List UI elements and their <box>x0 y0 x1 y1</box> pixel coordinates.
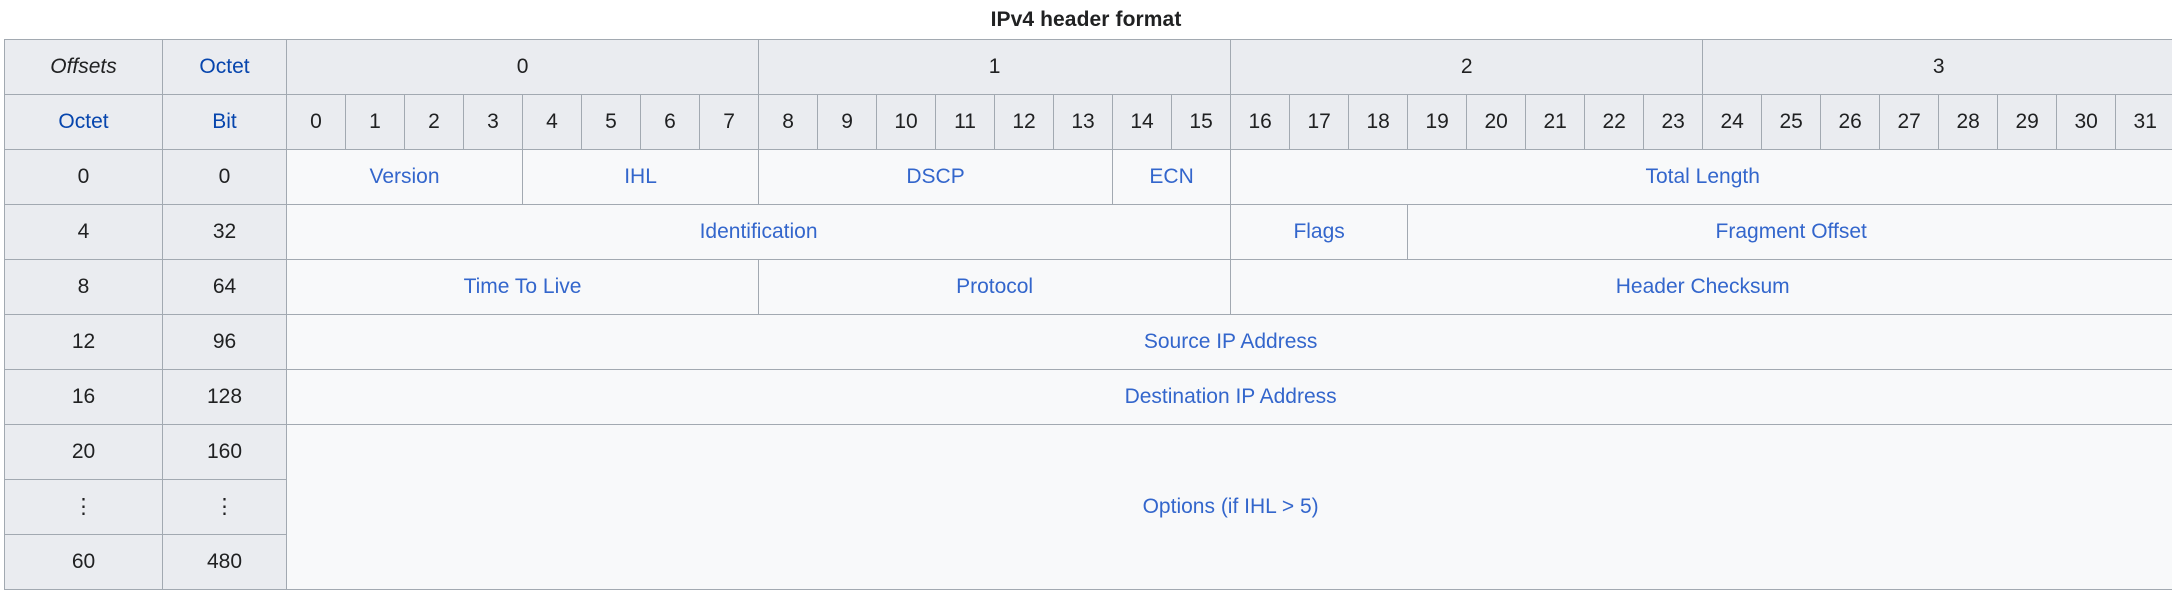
octet-group-3: 3 <box>1702 39 2172 95</box>
header-row-bit-numbers: Octet Bit 0 1 2 3 4 5 6 7 8 9 10 11 12 1… <box>4 94 2172 150</box>
bit-label-17: 17 <box>1289 94 1350 150</box>
field-identification[interactable]: Identification <box>285 204 1232 260</box>
field-time-to-live[interactable]: Time To Live <box>285 259 760 315</box>
bit-label-6: 6 <box>640 94 700 150</box>
table-row: 8 64 Time To Live Protocol Header Checks… <box>4 259 2172 315</box>
bit-label-19: 19 <box>1407 94 1468 150</box>
row-bit-offset: 32 <box>162 204 287 260</box>
field-header-checksum[interactable]: Header Checksum <box>1230 259 2172 315</box>
octet-header[interactable]: Octet <box>162 39 287 95</box>
row-bit-offset: 64 <box>162 259 287 315</box>
bit-label-25: 25 <box>1761 94 1822 150</box>
row-bit-offset: 96 <box>162 314 287 370</box>
field-total-length[interactable]: Total Length <box>1230 149 2172 205</box>
bit-label-0: 0 <box>286 94 346 150</box>
bit-label-22: 22 <box>1584 94 1645 150</box>
table-row: 12 96 Source IP Address <box>4 314 2172 370</box>
table-row: 0 0 Version IHL DSCP ECN Total Length <box>4 149 2172 205</box>
page-title: IPv4 header format <box>990 8 1182 31</box>
field-flags[interactable]: Flags <box>1230 204 1409 260</box>
bit-label-20: 20 <box>1466 94 1527 150</box>
row-bit-offset: 0 <box>162 149 287 205</box>
row-octet-offset: 12 <box>4 314 163 370</box>
bit-label-4: 4 <box>522 94 582 150</box>
row-octet-offset: 16 <box>4 369 163 425</box>
bit-label-5: 5 <box>581 94 641 150</box>
bit-label-31: 31 <box>2115 94 2172 150</box>
bit-label-26: 26 <box>1820 94 1881 150</box>
bit-label-16: 16 <box>1230 94 1291 150</box>
bit-label-29: 29 <box>1997 94 2058 150</box>
row-octet-offset: 20 <box>4 424 163 480</box>
row-octet-offset: 0 <box>4 149 163 205</box>
bit-label-10: 10 <box>876 94 937 150</box>
bit-label-1: 1 <box>345 94 405 150</box>
octet-group-0: 0 <box>285 39 760 95</box>
field-options[interactable]: Options (if IHL > 5) <box>285 424 2172 590</box>
bit-label-12: 12 <box>994 94 1055 150</box>
row-bit-offset: 480 <box>162 534 287 590</box>
bit-label-21: 21 <box>1525 94 1586 150</box>
table-head: Offsets Octet 0 1 2 3 Octet Bit 0 1 2 3 … <box>4 39 2172 150</box>
ipv4-header-figure: IPv4 header format Offsets Octet 0 1 2 3… <box>0 0 2172 596</box>
field-dscp[interactable]: DSCP <box>758 149 1114 205</box>
field-version[interactable]: Version <box>286 149 523 205</box>
row-bit-offset: 128 <box>162 369 287 425</box>
bit-label-8: 8 <box>758 94 819 150</box>
bit-label-23: 23 <box>1643 94 1704 150</box>
bit-header[interactable]: Bit <box>162 94 287 150</box>
field-ihl[interactable]: IHL <box>521 149 760 205</box>
field-ecn[interactable]: ECN <box>1112 149 1232 205</box>
bit-label-9: 9 <box>817 94 878 150</box>
offsets-header: Offsets <box>4 39 163 95</box>
table-body: 0 0 Version IHL DSCP ECN Total Length 4 … <box>4 149 2172 590</box>
table-row: 4 32 Identification Flags Fragment Offse… <box>4 204 2172 260</box>
row-octet-offset: 8 <box>4 259 163 315</box>
table-row: 20 160 Options (if IHL > 5) <box>4 424 2172 590</box>
field-fragment-offset[interactable]: Fragment Offset <box>1407 204 2172 260</box>
bit-label-7: 7 <box>698 94 760 150</box>
bit-label-13: 13 <box>1053 94 1114 150</box>
bit-label-30: 30 <box>2056 94 2117 150</box>
field-protocol[interactable]: Protocol <box>758 259 1232 315</box>
table-container: Offsets Octet 0 1 2 3 Octet Bit 0 1 2 3 … <box>0 39 2172 590</box>
row-octet-offset: 4 <box>4 204 163 260</box>
options-condition: (if IHL > 5) <box>1220 495 1319 519</box>
bit-label-15: 15 <box>1171 94 1232 150</box>
header-row-octet-groups: Offsets Octet 0 1 2 3 <box>4 39 2172 95</box>
bit-label-3: 3 <box>463 94 523 150</box>
bit-label-28: 28 <box>1938 94 1999 150</box>
field-destination-ip-address[interactable]: Destination IP Address <box>285 369 2172 425</box>
bit-label-27: 27 <box>1879 94 1940 150</box>
bit-label-11: 11 <box>935 94 996 150</box>
bit-label-18: 18 <box>1348 94 1409 150</box>
octet-row-header[interactable]: Octet <box>4 94 163 150</box>
row-bit-offset: 160 <box>162 424 287 480</box>
bit-label-14: 14 <box>1112 94 1173 150</box>
field-source-ip-address[interactable]: Source IP Address <box>285 314 2172 370</box>
options-link-label[interactable]: Options <box>1143 495 1215 518</box>
table-row: 16 128 Destination IP Address <box>4 369 2172 425</box>
row-octet-offset: ⋮ <box>4 479 163 535</box>
row-octet-offset: 60 <box>4 534 163 590</box>
row-bit-offset: ⋮ <box>162 479 287 535</box>
bit-label-24: 24 <box>1702 94 1763 150</box>
octet-group-2: 2 <box>1230 39 1704 95</box>
ipv4-header-table: Offsets Octet 0 1 2 3 Octet Bit 0 1 2 3 … <box>4 39 2172 590</box>
bit-label-2: 2 <box>404 94 464 150</box>
octet-group-1: 1 <box>758 39 1232 95</box>
